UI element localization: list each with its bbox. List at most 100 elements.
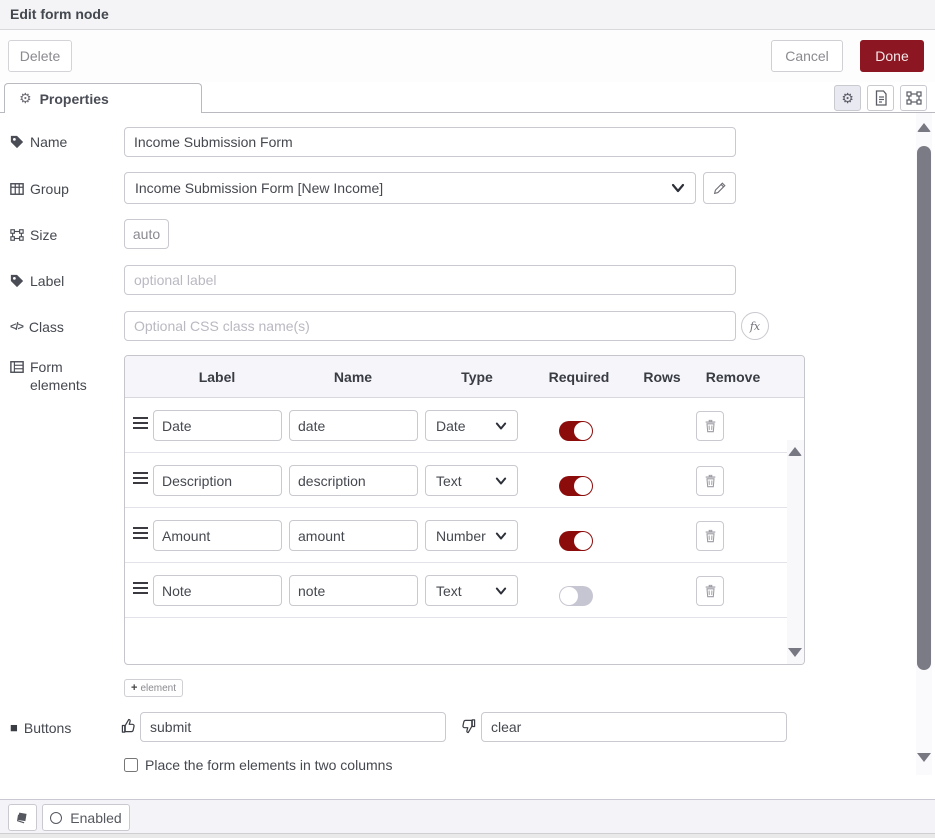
toggle-knob — [560, 587, 578, 605]
chevron-down-icon — [495, 476, 507, 486]
col-header-rows: Rows — [643, 356, 680, 398]
remove-element-button[interactable] — [696, 411, 724, 441]
table-row: Text — [125, 453, 804, 508]
drag-handle-icon[interactable] — [133, 417, 148, 432]
remove-element-button[interactable] — [696, 466, 724, 496]
remove-element-button[interactable] — [696, 521, 724, 551]
element-label-input[interactable] — [153, 410, 282, 441]
table-icon — [10, 182, 24, 196]
element-type-select[interactable]: Text — [425, 465, 518, 496]
size-auto-button[interactable]: auto — [124, 219, 169, 249]
dialog-bottom-edge — [0, 833, 935, 838]
class-fx-button[interactable]: fx — [741, 312, 769, 340]
plus-icon: + — [131, 682, 137, 694]
required-toggle[interactable] — [559, 421, 593, 441]
required-toggle[interactable] — [559, 476, 593, 496]
two-columns-label: Place the form elements in two columns — [145, 757, 392, 773]
toggle-knob — [574, 477, 592, 495]
col-header-label: Label — [199, 356, 236, 398]
group-select[interactable]: Income Submission Form [New Income] — [124, 172, 696, 204]
element-label-input[interactable] — [153, 465, 282, 496]
required-toggle[interactable] — [559, 531, 593, 551]
square-icon: ■ — [10, 719, 18, 737]
element-label-input[interactable] — [153, 520, 282, 551]
add-element-button[interactable]: + element — [124, 679, 183, 697]
two-columns-checkbox[interactable] — [124, 758, 138, 772]
submit-button-text-input[interactable] — [140, 712, 446, 742]
cancel-button[interactable]: Cancel — [771, 40, 843, 72]
edit-form-node-dialog: Edit form node Delete Cancel Done ⚙ Prop… — [0, 0, 935, 838]
clear-button-text-input[interactable] — [481, 712, 787, 742]
trash-icon — [704, 419, 717, 433]
two-columns-option[interactable]: Place the form elements in two columns — [124, 757, 392, 773]
group-field-label: Group — [10, 180, 69, 198]
scroll-down-arrow-icon[interactable] — [917, 753, 931, 762]
table-row: Date — [125, 398, 804, 453]
element-type-select[interactable]: Text — [425, 575, 518, 606]
table-scrollbar[interactable] — [787, 440, 804, 665]
object-group-icon — [906, 90, 922, 106]
dialog-header: Edit form node — [0, 0, 935, 30]
col-header-name: Name — [334, 356, 372, 398]
tag-icon — [10, 135, 24, 149]
drag-handle-icon[interactable] — [133, 582, 148, 597]
name-input[interactable] — [124, 127, 736, 157]
properties-gear-button[interactable]: ⚙ — [834, 85, 861, 111]
document-icon — [874, 90, 888, 106]
form-elements-table-body: Date Text — [125, 398, 804, 665]
col-header-type: Type — [461, 356, 493, 398]
trash-icon — [704, 474, 717, 488]
col-header-remove: Remove — [706, 356, 760, 398]
scroll-down-arrow-icon[interactable] — [788, 648, 802, 657]
element-type-select[interactable]: Date — [425, 410, 518, 441]
book-icon — [16, 811, 29, 824]
element-type-select[interactable]: Number — [425, 520, 518, 551]
drag-handle-icon[interactable] — [133, 527, 148, 542]
dialog-toolbar: Delete Cancel Done — [0, 30, 935, 82]
label-field-label: Label — [10, 272, 64, 290]
appearance-frame-button[interactable] — [900, 85, 927, 111]
label-input[interactable] — [124, 265, 736, 295]
buttons-field-label: ■ Buttons — [10, 719, 71, 737]
scroll-up-arrow-icon[interactable] — [917, 123, 931, 132]
dialog-title: Edit form node — [10, 0, 109, 29]
tag-icon — [10, 274, 24, 288]
enabled-circle-icon — [50, 812, 62, 824]
toggle-knob — [574, 532, 592, 550]
required-toggle[interactable] — [559, 586, 593, 606]
form-elements-table-header: Label Name Type Required Rows Remove — [125, 356, 804, 398]
col-header-required: Required — [549, 356, 610, 398]
dialog-footer: Enabled — [0, 799, 935, 833]
chevron-down-icon — [671, 182, 685, 194]
scroll-up-arrow-icon[interactable] — [788, 447, 802, 456]
size-field-label: Size — [10, 226, 57, 244]
element-name-input[interactable] — [289, 465, 418, 496]
tab-properties-label: Properties — [40, 91, 109, 107]
chevron-down-icon — [495, 531, 507, 541]
chevron-down-icon — [495, 586, 507, 596]
edit-group-button[interactable] — [703, 172, 736, 204]
drag-handle-icon[interactable] — [133, 472, 148, 487]
element-name-input[interactable] — [289, 575, 418, 606]
gear-icon: ⚙ — [841, 90, 854, 107]
delete-button[interactable]: Delete — [8, 40, 72, 72]
tab-properties[interactable]: ⚙ Properties — [4, 83, 202, 113]
node-help-book-button[interactable] — [8, 804, 37, 831]
element-name-input[interactable] — [289, 410, 418, 441]
remove-element-button[interactable] — [696, 576, 724, 606]
table-row: Text — [125, 563, 804, 618]
enabled-label: Enabled — [70, 810, 121, 826]
tab-bar: ⚙ Properties ⚙ — [0, 82, 935, 113]
code-icon: </> — [10, 318, 23, 336]
pencil-icon — [713, 182, 726, 195]
element-name-input[interactable] — [289, 520, 418, 551]
element-label-input[interactable] — [153, 575, 282, 606]
done-button[interactable]: Done — [860, 40, 924, 72]
description-doc-button[interactable] — [867, 85, 894, 111]
scrollbar-thumb[interactable] — [917, 146, 931, 670]
enabled-toggle-button[interactable]: Enabled — [42, 804, 130, 831]
toggle-knob — [574, 422, 592, 440]
gear-icon: ⚙ — [19, 90, 32, 107]
dialog-scrollbar[interactable] — [916, 113, 932, 775]
class-input[interactable] — [124, 311, 736, 341]
